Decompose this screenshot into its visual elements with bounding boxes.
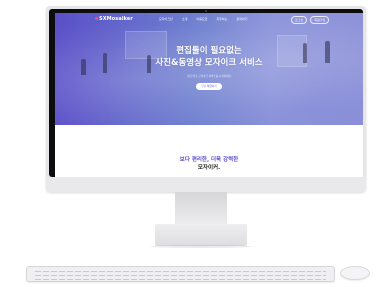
monitor: SXMosaiker 모자이크란 소개 이용요금 자주하는 문의하기 로그인 회… bbox=[46, 6, 366, 192]
monitor-chin bbox=[46, 177, 366, 192]
scene: SXMosaiker 모자이크란 소개 이용요금 자주하는 문의하기 로그인 회… bbox=[0, 0, 384, 287]
nav-item-contact[interactable]: 문의하기 bbox=[236, 17, 247, 21]
promo-brand: 모자이커. bbox=[197, 165, 221, 171]
nav-item-about[interactable]: 모자이크란 bbox=[159, 17, 173, 21]
site-logo[interactable]: SXMosaiker bbox=[95, 16, 133, 22]
hero-section: SXMosaiker 모자이크란 소개 이용요금 자주하는 문의하기 로그인 회… bbox=[55, 13, 363, 125]
promo-section: 보다 편리한, 더욱 강력한 모자이커. bbox=[55, 125, 363, 177]
keyboard-key-row bbox=[35, 271, 326, 272]
logo-icon bbox=[95, 17, 98, 20]
monitor-bezel: SXMosaiker 모자이크란 소개 이용요금 자주하는 문의하기 로그인 회… bbox=[49, 9, 363, 177]
hero-title-line2: 사진&동영상 모자이크 서비스 bbox=[155, 58, 263, 68]
nav-menu: 모자이크란 소개 이용요금 자주하는 문의하기 bbox=[159, 17, 247, 21]
monitor-stand-neck bbox=[175, 192, 227, 224]
logo-text: SXMosaiker bbox=[99, 16, 133, 22]
hero-background-image bbox=[55, 13, 363, 125]
hero-subtitle: 지금 바로 모자이크 서비스를 시작하세요 bbox=[187, 75, 231, 78]
stand-shadow bbox=[150, 245, 252, 248]
hero-title-line1: 편집툴이 필요없는 bbox=[176, 46, 242, 56]
promo-tagline: 보다 편리한, 더욱 강력한 bbox=[179, 157, 239, 163]
mouse bbox=[340, 266, 370, 280]
nav-actions: 로그인 회원가입 bbox=[291, 16, 330, 24]
hero-cta-button[interactable]: 무료 체험하기 bbox=[196, 83, 222, 90]
keyboard-key-row bbox=[35, 279, 326, 280]
keyboard bbox=[26, 266, 335, 282]
login-button[interactable]: 로그인 bbox=[291, 16, 308, 24]
top-nav: SXMosaiker 모자이크란 소개 이용요금 자주하는 문의하기 로그인 회… bbox=[55, 13, 363, 27]
monitor-screen: SXMosaiker 모자이크란 소개 이용요금 자주하는 문의하기 로그인 회… bbox=[55, 13, 363, 177]
keyboard-key-row bbox=[35, 275, 326, 276]
monitor-stand-foot bbox=[155, 224, 247, 246]
camera-icon bbox=[205, 10, 207, 12]
nav-item-faq[interactable]: 자주하는 bbox=[216, 17, 227, 21]
nav-item-intro[interactable]: 소개 bbox=[182, 17, 188, 21]
signup-button[interactable]: 회원가입 bbox=[310, 16, 330, 24]
nav-item-pricing[interactable]: 이용요금 bbox=[196, 17, 207, 21]
hero-title: 편집툴이 필요없는 사진&동영상 모자이크 서비스 bbox=[55, 45, 363, 69]
